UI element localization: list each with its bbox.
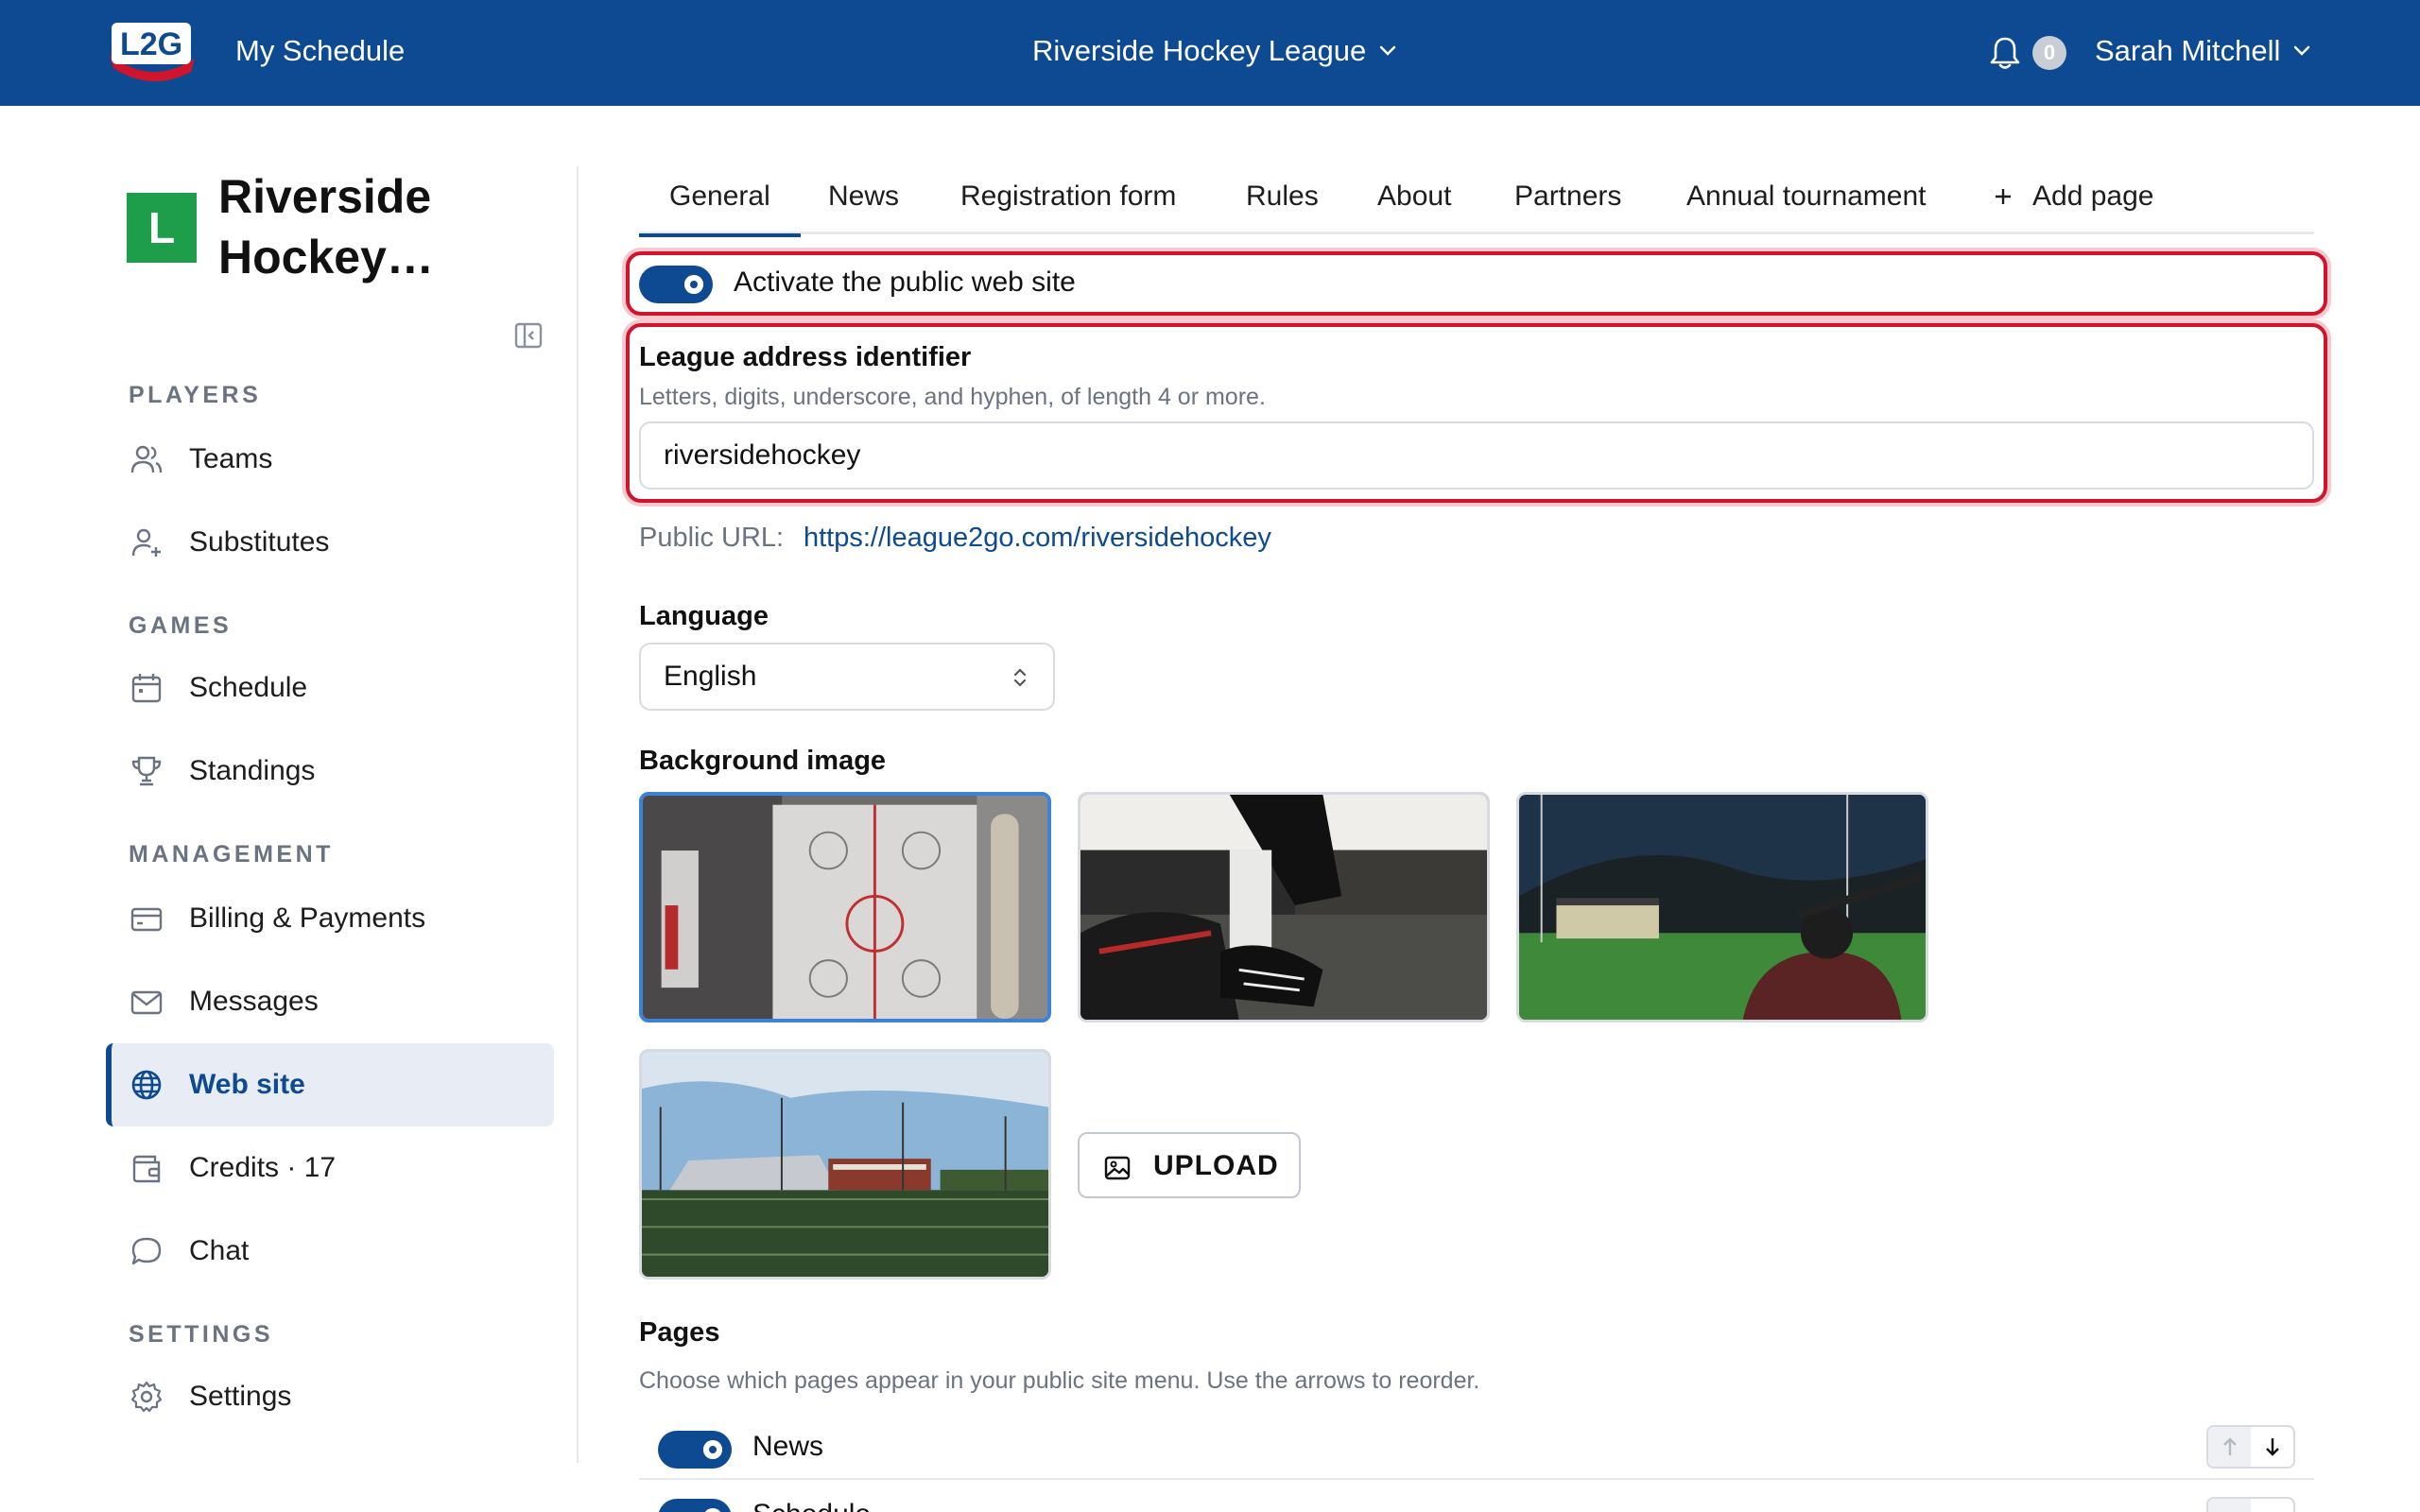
move-up-button[interactable]	[2208, 1427, 2251, 1467]
users-icon	[129, 441, 164, 477]
background-thumb-stadium[interactable]	[639, 1049, 1051, 1280]
logo-text: L2G	[120, 26, 182, 62]
pages-title: Pages	[639, 1317, 720, 1348]
sidebar-item-teams[interactable]: Teams	[106, 418, 554, 501]
section-label-games: GAMES	[129, 612, 233, 639]
sidebar-item-label: Substitutes	[189, 526, 330, 558]
league-name: Riverside Hockey…	[218, 170, 434, 284]
public-url-link[interactable]: https://league2go.com/riversidehockey	[804, 523, 1271, 554]
my-schedule-link[interactable]: My Schedule	[235, 32, 405, 70]
sidebar-item-label: Credits · 17	[189, 1152, 337, 1183]
arrow-up-icon	[2222, 1437, 2237, 1455]
page-row-label: News	[752, 1431, 824, 1462]
tab-about[interactable]: About	[1377, 178, 1451, 215]
identifier-input[interactable]	[639, 421, 2314, 490]
sidebar-item-label: Settings	[189, 1381, 292, 1412]
move-down-button[interactable]	[2251, 1499, 2293, 1512]
chevron-down-icon	[2294, 45, 2310, 56]
sidebar-item-label: Schedule	[189, 672, 308, 703]
trophy-icon	[129, 753, 164, 789]
sidebar-item-label: Billing & Payments	[189, 902, 426, 934]
upload-button-label: UPLOAD	[1153, 1150, 1279, 1181]
sidebar-divider	[577, 166, 579, 1463]
sidebar-item-label: Standings	[189, 755, 316, 786]
league-switcher-label: Riverside Hockey League	[1032, 34, 1367, 67]
league-switcher[interactable]: Riverside Hockey League	[1032, 32, 1396, 70]
section-label-management: MANAGEMENT	[129, 841, 334, 868]
user-menu[interactable]: Sarah Mitchell	[2095, 32, 2310, 70]
tab-partners[interactable]: Partners	[1514, 178, 1621, 215]
tab-registration-form[interactable]: Registration form	[960, 178, 1176, 215]
page-toggle-schedule[interactable]	[658, 1499, 732, 1512]
activate-site-toggle[interactable]	[639, 266, 713, 303]
league-avatar: L	[127, 193, 197, 263]
image-icon	[1104, 1156, 1131, 1180]
move-up-button[interactable]	[2208, 1499, 2251, 1512]
reorder-buttons	[2206, 1425, 2295, 1469]
upload-button[interactable]: UPLOAD	[1078, 1132, 1301, 1198]
sidebar-item-schedule[interactable]: Schedule	[106, 646, 554, 730]
tab-annual-tournament[interactable]: Annual tournament	[1686, 178, 1927, 215]
move-down-button[interactable]	[2251, 1427, 2293, 1467]
calendar-icon	[129, 670, 164, 706]
sidebar-collapse-icon[interactable]	[514, 321, 543, 350]
user-name: Sarah Mitchell	[2095, 34, 2281, 67]
identifier-title: League address identifier	[639, 342, 972, 372]
tab-general[interactable]: General	[639, 178, 801, 237]
credit-card-icon	[129, 901, 164, 936]
identifier-help: Letters, digits, underscore, and hyphen,…	[639, 384, 1266, 410]
background-thumb-skate-lacing[interactable]	[1078, 792, 1490, 1022]
bell-icon[interactable]	[1989, 35, 2021, 71]
wallet-icon	[129, 1150, 164, 1186]
league2go-logo[interactable]: L2G	[104, 17, 199, 83]
globe-icon	[129, 1067, 164, 1103]
language-title: Language	[639, 601, 769, 631]
sidebar-item-substitutes[interactable]: Substitutes	[106, 501, 554, 584]
top-bar: L2G My Schedule Riverside Hockey League …	[0, 0, 2420, 106]
language-select[interactable]: English	[639, 643, 1055, 711]
sidebar-item-credits[interactable]: Credits · 17	[106, 1126, 554, 1210]
sidebar-item-messages[interactable]: Messages	[106, 960, 554, 1043]
background-title: Background image	[639, 746, 887, 776]
section-label-settings: SETTINGS	[129, 1321, 274, 1348]
tab-add-page[interactable]: Add page	[1993, 178, 2153, 215]
tab-rules[interactable]: Rules	[1246, 178, 1319, 215]
sidebar-item-label: Web site	[189, 1069, 305, 1100]
sidebar-item-label: Chat	[189, 1235, 250, 1266]
sidebar-item-label: Teams	[189, 443, 273, 474]
plus-icon	[1996, 189, 2011, 204]
section-label-players: PLAYERS	[129, 382, 262, 408]
reorder-buttons	[2206, 1497, 2295, 1512]
background-thumb-locker-board[interactable]	[639, 792, 1051, 1022]
sidebar-item-billing[interactable]: Billing & Payments	[106, 877, 554, 960]
chat-bubble-icon	[129, 1233, 164, 1269]
pages-help: Choose which pages appear in your public…	[639, 1367, 1480, 1394]
mail-icon	[129, 984, 164, 1020]
arrow-down-icon	[2265, 1438, 2279, 1456]
page-row-news: News	[639, 1418, 2314, 1480]
sidebar-item-label: Messages	[189, 986, 319, 1017]
page-row-label: Schedule	[752, 1499, 871, 1512]
page-tabs: General News Registration form Rules Abo…	[639, 166, 2314, 237]
sidebar-item-website[interactable]: Web site	[106, 1043, 554, 1126]
public-url-label: Public URL:	[639, 523, 785, 553]
sidebar-item-chat[interactable]: Chat	[106, 1210, 554, 1293]
activate-site-label: Activate the public web site	[734, 266, 1076, 298]
sidebar-item-settings[interactable]: Settings	[106, 1355, 554, 1438]
chevron-up-down-icon	[1013, 668, 1027, 687]
page-toggle-news[interactable]	[658, 1431, 732, 1469]
sidebar-item-standings[interactable]: Standings	[106, 730, 554, 813]
notification-count-badge: 0	[2032, 36, 2066, 70]
gear-icon	[129, 1379, 164, 1415]
user-plus-icon	[129, 524, 164, 560]
tab-add-page-label: Add page	[2032, 180, 2154, 212]
background-thumb-night-field[interactable]	[1516, 792, 1928, 1022]
chevron-down-icon	[1380, 45, 1396, 56]
page-row-schedule: Schedule	[639, 1480, 2314, 1512]
tab-news[interactable]: News	[828, 178, 899, 215]
language-select-value: English	[664, 661, 757, 692]
